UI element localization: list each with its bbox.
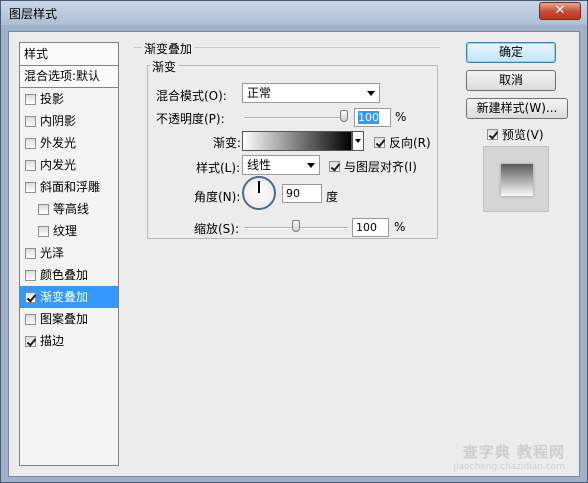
style-item[interactable]: 颜色叠加: [20, 264, 118, 286]
style-item-label: 图案叠加: [40, 312, 89, 326]
style-list: 样式 混合选项:默认 投影内阴影外发光内发光斜面和浮雕等高线纹理光泽颜色叠加渐变…: [19, 42, 119, 466]
align-with-layer-checkbox[interactable]: [329, 161, 340, 172]
style-item-label: 内阴影: [40, 114, 77, 128]
angle-dial[interactable]: [242, 176, 276, 210]
style-item[interactable]: 等高线: [20, 198, 118, 220]
preview-checkbox[interactable]: [487, 129, 498, 140]
style-item-checkbox[interactable]: [38, 203, 49, 215]
ok-button[interactable]: 确定: [466, 42, 556, 63]
title-bar[interactable]: 图层样式 ✕: [1, 1, 587, 25]
style-item-label: 颜色叠加: [40, 268, 89, 282]
scale-slider-thumb[interactable]: [292, 220, 300, 232]
style-item[interactable]: 渐变叠加: [20, 286, 118, 308]
cancel-button[interactable]: 取消: [466, 70, 556, 91]
style-item-checkbox[interactable]: [25, 313, 36, 325]
reverse-checkbox-row[interactable]: 反向(R): [374, 134, 431, 151]
blend-mode-label: 混合模式(O):: [156, 89, 227, 103]
watermark: 查字典 教程网 jiaocheng.chazidian.com: [454, 441, 565, 472]
gradient-style-value: 线性: [247, 158, 272, 172]
style-preview: [483, 146, 549, 212]
style-item-label: 外发光: [40, 136, 77, 150]
style-item[interactable]: 纹理: [20, 220, 118, 242]
blend-mode-value: 正常: [247, 86, 272, 100]
style-item-label: 渐变叠加: [40, 290, 89, 304]
style-item-checkbox[interactable]: [25, 181, 36, 193]
layer-style-dialog: 图层样式 ✕ 样式 混合选项:默认 投影内阴影外发光内发光斜面和浮雕等高线纹理光…: [0, 0, 588, 483]
scale-unit: %: [394, 220, 406, 234]
angle-unit: 度: [326, 190, 339, 204]
style-item[interactable]: 投影: [20, 88, 118, 110]
style-item-label: 内发光: [40, 158, 77, 172]
gradient-picker[interactable]: [242, 131, 352, 151]
opacity-slider-thumb[interactable]: [340, 110, 348, 122]
style-item-checkbox[interactable]: [25, 137, 36, 149]
style-item[interactable]: 内发光: [20, 154, 118, 176]
preview-checkbox-row[interactable]: 预览(V): [487, 126, 544, 143]
scale-input[interactable]: 100: [352, 218, 389, 237]
scale-label: 缩放(S):: [194, 222, 240, 236]
opacity-slider-track[interactable]: [244, 117, 348, 119]
angle-label: 角度(N):: [194, 190, 241, 204]
style-item-label: 斜面和浮雕: [40, 180, 101, 194]
style-item[interactable]: 图案叠加: [20, 308, 118, 330]
gradient-overlay-title: 渐变叠加: [142, 40, 195, 57]
gradient-overlay-group: 渐变叠加 渐变 混合模式(O): 正常 不透明度(P): 100 % 渐变: 反…: [134, 40, 444, 240]
opacity-label: 不透明度(P):: [156, 112, 225, 126]
align-with-layer-label: 与图层对齐(I): [344, 160, 417, 174]
gradient-style-select[interactable]: 线性: [242, 155, 320, 175]
style-item[interactable]: 描边: [20, 330, 118, 352]
style-items: 投影内阴影外发光内发光斜面和浮雕等高线纹理光泽颜色叠加渐变叠加图案叠加描边: [20, 88, 118, 352]
style-item-checkbox[interactable]: [25, 115, 36, 127]
style-item-checkbox[interactable]: [25, 269, 36, 281]
opacity-value: 100: [358, 111, 379, 124]
style-item[interactable]: 外发光: [20, 132, 118, 154]
angle-input[interactable]: 90: [282, 184, 322, 203]
gradient-dropdown-button[interactable]: [352, 131, 364, 151]
style-item[interactable]: 斜面和浮雕: [20, 176, 118, 198]
style-item-label: 等高线: [53, 202, 90, 216]
align-checkbox-row[interactable]: 与图层对齐(I): [329, 158, 417, 175]
window-title: 图层样式: [9, 7, 58, 21]
opacity-input[interactable]: 100: [354, 108, 391, 127]
close-icon: ✕: [554, 3, 566, 18]
angle-value: 90: [286, 187, 300, 200]
dialog-client: 样式 混合选项:默认 投影 内阴影 外发光 内发光 斜面和浮雕 等高线 纹理 光泽 颜色叠加 渐变…: [8, 31, 580, 477]
style-item-label: 纹理: [53, 224, 78, 238]
style-item-checkbox[interactable]: [25, 291, 36, 303]
chevron-down-icon: [307, 163, 315, 168]
reverse-checkbox[interactable]: [374, 137, 385, 148]
style-item-checkbox[interactable]: [25, 335, 36, 347]
reverse-label: 反向(R): [389, 136, 431, 150]
style-item-checkbox[interactable]: [25, 93, 36, 105]
style-item-label: 光泽: [40, 246, 65, 260]
style-item[interactable]: 光泽: [20, 242, 118, 264]
scale-value: 100: [356, 221, 377, 234]
blending-options-item[interactable]: 混合选项:默认: [20, 66, 118, 88]
watermark-url: jiaocheng.chazidian.com: [453, 462, 565, 472]
close-button[interactable]: ✕: [539, 2, 581, 20]
blend-mode-select[interactable]: 正常: [242, 83, 380, 103]
style-item-checkbox[interactable]: [25, 247, 36, 259]
preview-label: 预览(V): [502, 128, 544, 142]
gradient-subgroup-title: 渐变: [150, 58, 179, 75]
style-item-label: 投影: [40, 92, 65, 106]
opacity-unit: %: [395, 110, 407, 124]
angle-dial-needle: [258, 181, 260, 193]
preview-swatch: [501, 164, 533, 196]
chevron-down-icon: [367, 91, 375, 96]
style-item-label: 描边: [40, 334, 65, 348]
gradient-label: 渐变:: [213, 136, 242, 150]
style-label: 样式(L):: [196, 161, 241, 175]
style-item-checkbox[interactable]: [25, 159, 36, 171]
style-item[interactable]: 内阴影: [20, 110, 118, 132]
watermark-title: 查字典 教程网: [462, 443, 565, 461]
new-style-button[interactable]: 新建样式(W)...: [466, 98, 568, 119]
style-item-checkbox[interactable]: [38, 225, 49, 237]
style-list-header[interactable]: 样式: [20, 43, 118, 66]
